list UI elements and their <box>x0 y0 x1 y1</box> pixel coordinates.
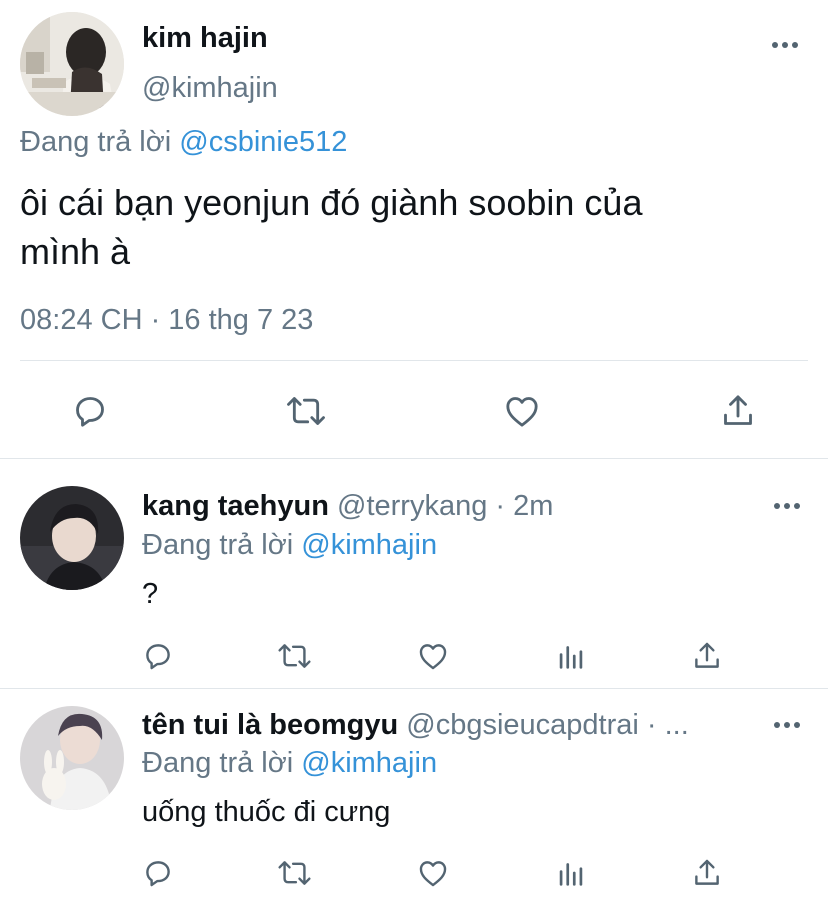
more-icon[interactable] <box>774 722 800 728</box>
tweet-text: ôi cái bạn yeonjun đó giành soobin của m… <box>20 178 642 276</box>
share-icon[interactable] <box>716 389 760 433</box>
reply-to-link[interactable]: @kimhajin <box>301 529 437 561</box>
handle[interactable]: @terrykang <box>337 490 487 522</box>
reply-text: uống thuốc đi cưng <box>142 796 391 828</box>
reply-prefix: Đang trả lời <box>20 126 172 158</box>
share-icon[interactable] <box>689 638 725 674</box>
display-name[interactable]: kang taehyun <box>142 490 329 522</box>
reply-prefix: Đang trả lời <box>142 529 294 561</box>
reply-time[interactable]: · 2m <box>495 490 553 522</box>
reply-text: ? <box>142 578 159 610</box>
avatar-kimhajin[interactable] <box>20 12 124 116</box>
retweet-icon[interactable] <box>275 638 313 674</box>
retweet-icon[interactable] <box>283 389 329 433</box>
more-icon[interactable] <box>772 42 798 48</box>
handle[interactable]: @kimhajin <box>142 72 278 105</box>
like-icon[interactable] <box>415 855 451 891</box>
reply-header: kang taehyun @terrykang · 2m <box>142 490 553 523</box>
reply-context: Đang trả lời @csbinie512 <box>20 126 347 159</box>
divider <box>0 458 828 459</box>
display-name[interactable]: kim hajin <box>142 22 268 55</box>
reply-to-link[interactable]: @csbinie512 <box>179 126 347 158</box>
retweet-icon[interactable] <box>275 855 313 891</box>
avatar-beomgyu[interactable] <box>20 706 124 810</box>
reply-icon[interactable] <box>68 389 112 433</box>
reply-context: Đang trả lời @kimhajin <box>142 747 437 780</box>
reply-icon[interactable] <box>140 638 176 674</box>
analytics-icon[interactable] <box>553 855 589 891</box>
reply-context: Đang trả lời @kimhajin <box>142 529 437 562</box>
reply-to-link[interactable]: @kimhajin <box>301 747 437 779</box>
timestamp[interactable]: 08:24 CH · 16 thg 7 23 <box>20 304 313 337</box>
reply-header: tên tui là beomgyu @cbgsieucapdtrai · ..… <box>142 709 689 742</box>
tweet-text-line: mình à <box>20 231 131 272</box>
reply-time[interactable]: · ... <box>647 709 689 741</box>
like-icon[interactable] <box>500 389 544 433</box>
tweet-text-line: ôi cái bạn yeonjun đó giành soobin của <box>20 182 643 223</box>
share-icon[interactable] <box>689 855 725 891</box>
avatar-terrykang[interactable] <box>20 486 124 590</box>
divider <box>0 688 828 689</box>
like-icon[interactable] <box>415 638 451 674</box>
reply-prefix: Đang trả lời <box>142 747 294 779</box>
analytics-icon[interactable] <box>553 638 589 674</box>
handle[interactable]: @cbgsieucapdtrai <box>406 709 639 741</box>
more-icon[interactable] <box>774 503 800 509</box>
display-name[interactable]: tên tui là beomgyu <box>142 709 398 741</box>
divider <box>20 360 808 361</box>
reply-icon[interactable] <box>140 855 176 891</box>
